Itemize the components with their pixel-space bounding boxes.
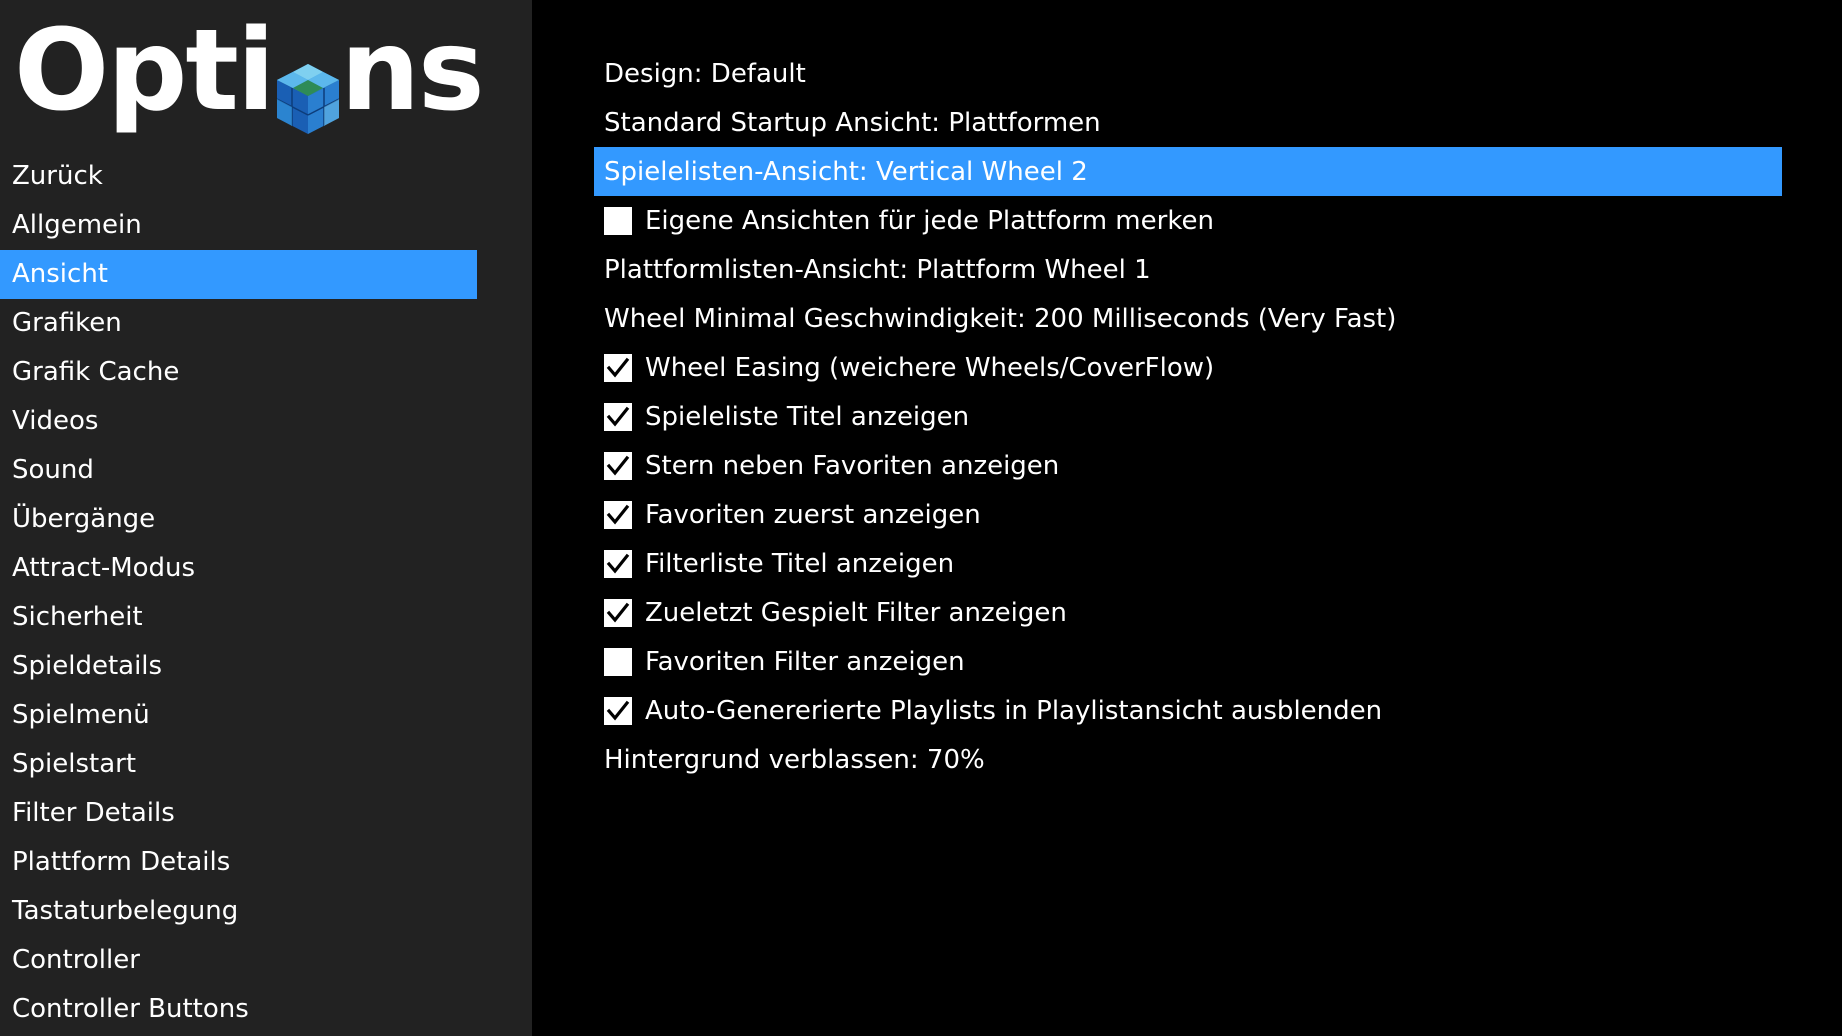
sidebar-item-spielmenue[interactable]: Spielmenü	[0, 691, 477, 740]
sidebar-item-grafik-cache[interactable]: Grafik Cache	[0, 348, 477, 397]
sidebar-item-attract-modus[interactable]: Attract-Modus	[0, 544, 477, 593]
checkbox-checked-icon[interactable]	[604, 500, 632, 529]
sidebar-item-allgemein[interactable]: Allgemein	[0, 201, 477, 250]
logo-text-start: Opti	[14, 6, 275, 136]
remember-views-checkbox[interactable]: Eigene Ansichten für jede Plattform merk…	[594, 196, 1782, 245]
option-label: Plattformlisten-Ansicht: Plattform Wheel…	[604, 254, 1151, 285]
game-list-view-option[interactable]: Spielelisten-Ansicht: Vertical Wheel 2	[594, 147, 1782, 196]
sidebar-item-videos[interactable]: Videos	[0, 397, 477, 446]
options-menu: Zurück Allgemein Ansicht Grafiken Grafik Cac…	[0, 152, 477, 1034]
show-game-list-title-checkbox[interactable]: Spieleliste Titel anzeigen	[594, 392, 1782, 441]
option-label: Standard Startup Ansicht: Plattformen	[604, 107, 1101, 138]
option-label: Wheel Easing (weichere Wheels/CoverFlow)	[645, 352, 1215, 383]
option-label: Spieleliste Titel anzeigen	[645, 401, 970, 432]
sidebar-item-sound[interactable]: Sound	[0, 446, 477, 495]
show-favorites-filter-checkbox[interactable]: Favoriten Filter anzeigen	[594, 637, 1782, 686]
wheel-speed-option[interactable]: Wheel Minimal Geschwindigkeit: 200 Milli…	[594, 294, 1782, 343]
sidebar-item-filter-details[interactable]: Filter Details	[0, 789, 477, 838]
logo-text-end: ns	[340, 6, 484, 136]
option-label: Favoriten Filter anzeigen	[645, 646, 965, 677]
sidebar-item-grafiken[interactable]: Grafiken	[0, 299, 477, 348]
checkbox-unchecked-icon[interactable]	[604, 647, 632, 676]
option-label: Favoriten zuerst anzeigen	[645, 499, 981, 530]
sidebar-item-tastaturbelegung[interactable]: Tastaturbelegung	[0, 887, 477, 936]
checkbox-checked-icon[interactable]	[604, 353, 632, 382]
option-label: Wheel Minimal Geschwindigkeit: 200 Milli…	[604, 303, 1397, 334]
option-label: Hintergrund verblassen: 70%	[604, 744, 985, 775]
option-label: Zueletzt Gespielt Filter anzeigen	[645, 597, 1067, 628]
option-label: Stern neben Favoriten anzeigen	[645, 450, 1060, 481]
sidebar-item-controller-buttons[interactable]: Controller Buttons	[0, 985, 477, 1034]
checkbox-checked-icon[interactable]	[604, 598, 632, 627]
show-recently-played-filter-checkbox[interactable]: Zueletzt Gespielt Filter anzeigen	[594, 588, 1782, 637]
option-label: Filterliste Titel anzeigen	[645, 548, 955, 579]
platform-list-view-option[interactable]: Plattformlisten-Ansicht: Plattform Wheel…	[594, 245, 1782, 294]
sidebar-item-zurueck[interactable]: Zurück	[0, 152, 477, 201]
option-label: Spielelisten-Ansicht: Vertical Wheel 2	[604, 156, 1088, 187]
favorites-first-checkbox[interactable]: Favoriten zuerst anzeigen	[594, 490, 1782, 539]
design-option[interactable]: Design: Default	[594, 49, 1782, 98]
wheel-easing-checkbox[interactable]: Wheel Easing (weichere Wheels/CoverFlow)	[594, 343, 1782, 392]
hide-auto-playlists-checkbox[interactable]: Auto-Genererierte Playlists in Playlista…	[594, 686, 1782, 735]
sidebar: Opti ns Zurück Allgemein Ansicht Grafiken Gr…	[0, 0, 532, 1036]
options-list: Design: Default Standard Startup Ansicht:…	[594, 49, 1782, 784]
checkbox-checked-icon[interactable]	[604, 402, 632, 431]
sidebar-item-sicherheit[interactable]: Sicherheit	[0, 593, 477, 642]
sidebar-item-spieldetails[interactable]: Spieldetails	[0, 642, 477, 691]
checkbox-checked-icon[interactable]	[604, 549, 632, 578]
option-label: Eigene Ansichten für jede Plattform merk…	[645, 205, 1214, 236]
options-logo: Opti ns	[14, 6, 485, 136]
startup-view-option[interactable]: Standard Startup Ansicht: Plattformen	[594, 98, 1782, 147]
sidebar-item-uebergaenge[interactable]: Übergänge	[0, 495, 477, 544]
sidebar-item-plattform-details[interactable]: Plattform Details	[0, 838, 477, 887]
sidebar-item-ansicht[interactable]: Ansicht	[0, 250, 477, 299]
checkbox-unchecked-icon[interactable]	[604, 206, 632, 235]
sidebar-item-controller[interactable]: Controller	[0, 936, 477, 985]
checkbox-checked-icon[interactable]	[604, 696, 632, 725]
sidebar-item-spielstart[interactable]: Spielstart	[0, 740, 477, 789]
checkbox-checked-icon[interactable]	[604, 451, 632, 480]
show-filter-list-title-checkbox[interactable]: Filterliste Titel anzeigen	[594, 539, 1782, 588]
show-favorite-star-checkbox[interactable]: Stern neben Favoriten anzeigen	[594, 441, 1782, 490]
cube-icon	[275, 42, 341, 134]
option-label: Design: Default	[604, 58, 806, 89]
option-label: Auto-Genererierte Playlists in Playlista…	[645, 695, 1383, 726]
background-fade-option[interactable]: Hintergrund verblassen: 70%	[594, 735, 1782, 784]
